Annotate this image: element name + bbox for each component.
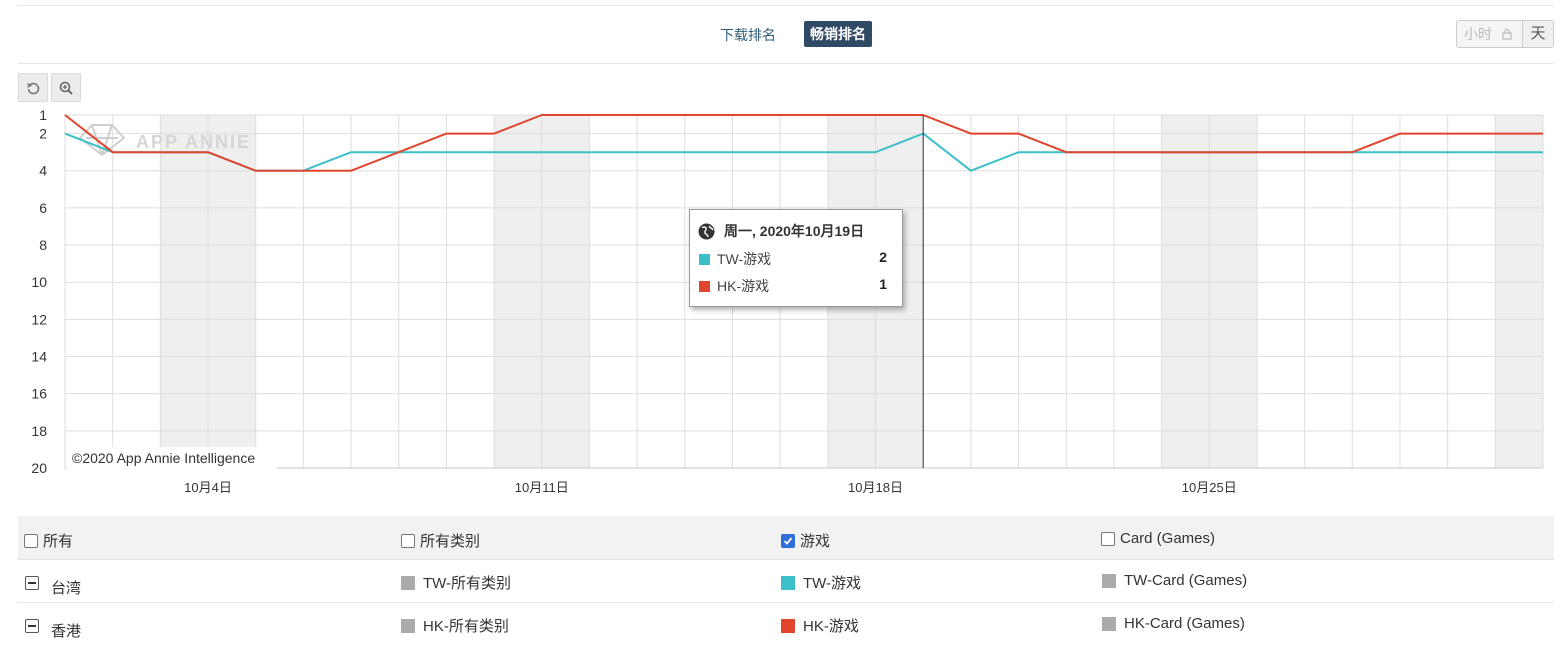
copyright-text: ©2020 App Annie Intelligence	[72, 450, 255, 466]
series-label: TW-游戏	[803, 575, 862, 592]
y-tick-label: 20	[31, 460, 47, 476]
legend-all-label: 所有	[43, 533, 74, 550]
y-tick-label: 18	[31, 423, 47, 439]
tooltip-label: HK-游戏	[717, 278, 770, 294]
series-swatch	[1102, 573, 1116, 588]
series-swatch	[781, 618, 795, 633]
y-tick-label: 16	[31, 386, 47, 402]
globe-icon	[698, 223, 715, 239]
weekend-band	[1495, 115, 1543, 468]
weekend-band	[160, 115, 256, 468]
legend-series-item[interactable]: HK-所有类别	[401, 615, 509, 636]
undo-icon	[27, 82, 40, 94]
tooltip-swatch	[699, 281, 710, 292]
legend-all-categories-label: 所有类别	[420, 533, 481, 550]
tooltip-value: 2	[879, 249, 887, 265]
legend-games-label: 游戏	[800, 533, 831, 550]
series-label: HK-游戏	[803, 618, 859, 635]
y-tick-label: 1	[39, 107, 47, 123]
checkbox[interactable]	[401, 533, 415, 548]
checkbox[interactable]	[1101, 531, 1115, 546]
legend-series-item[interactable]: TW-所有类别	[401, 572, 511, 593]
svg-text:APP ANNIE: APP ANNIE	[136, 132, 251, 152]
legend-row-hongkong: 香港 HK-所有类别 HK-游戏 HK-Card (Games)	[18, 603, 1554, 645]
region-cell: 香港	[25, 615, 81, 640]
granularity-day-button[interactable]: 天	[1523, 21, 1553, 47]
tab-grossing-rank[interactable]: 畅销排名	[804, 21, 872, 47]
granularity-hour-button[interactable]: 小时	[1457, 21, 1523, 47]
y-tick-label: 12	[31, 311, 47, 327]
y-tick-label: 14	[31, 349, 47, 365]
tooltip-header: 周一, 2020年10月19日	[698, 221, 864, 241]
tooltip-label: TW-游戏	[717, 251, 772, 267]
legend-header: 所有 所有类别 游戏 Card (Games)	[18, 516, 1554, 560]
region-label: 台湾	[51, 580, 82, 597]
legend-all-checkbox[interactable]: 所有	[24, 530, 73, 551]
lock-icon	[1502, 28, 1512, 40]
reset-zoom-button[interactable]	[18, 73, 48, 102]
checkbox[interactable]	[24, 533, 38, 548]
legend-all-categories-checkbox[interactable]: 所有类别	[401, 530, 480, 551]
tooltip-row-hk: HK-游戏 1	[699, 276, 895, 296]
series-swatch	[1102, 616, 1116, 631]
legend-card-games-checkbox[interactable]: Card (Games)	[1101, 530, 1215, 547]
series-swatch	[401, 575, 415, 590]
tooltip-date: 周一, 2020年10月19日	[724, 223, 865, 239]
header-divider	[18, 63, 1554, 64]
x-tick-label: 10月18日	[848, 480, 903, 495]
zoom-button[interactable]	[51, 73, 81, 102]
legend-series-item[interactable]: HK-Card (Games)	[1102, 615, 1245, 632]
granularity-hour-label: 小时	[1464, 26, 1492, 42]
y-tick-label: 10	[31, 274, 47, 290]
series-line-hk-games	[64, 114, 1543, 172]
legend-row-taiwan: 台湾 TW-所有类别 TW-游戏 TW-Card (Games)	[18, 560, 1554, 603]
x-tick-label: 10月4日	[184, 480, 232, 495]
ranking-tabs: 下载排名 畅销排名	[18, 18, 1554, 52]
collapse-icon[interactable]	[25, 618, 39, 633]
series-swatch	[781, 575, 795, 590]
legend-card-games-label: Card (Games)	[1120, 530, 1216, 547]
series-label: HK-所有类别	[423, 618, 509, 635]
collapse-icon[interactable]	[25, 575, 39, 590]
y-tick-label: 8	[39, 237, 47, 253]
checkbox-checked[interactable]	[781, 533, 795, 548]
region-label: 香港	[51, 623, 82, 640]
legend-series-item[interactable]: TW-Card (Games)	[1102, 572, 1247, 589]
y-tick-label: 4	[39, 163, 47, 179]
series-line-tw-games	[64, 132, 1543, 172]
copyright-bg	[67, 447, 277, 469]
series-swatch	[401, 618, 415, 633]
region-cell: 台湾	[25, 572, 81, 597]
y-tick-label: 2	[39, 126, 47, 142]
legend-series-item[interactable]: HK-游戏	[781, 615, 859, 636]
weekend-band	[494, 115, 590, 468]
legend-series-item[interactable]: TW-游戏	[781, 572, 861, 593]
watermark: APP ANNIE	[78, 124, 251, 157]
y-tick-label: 6	[39, 200, 47, 216]
weekend-band	[1161, 115, 1257, 468]
tooltip-value: 1	[879, 276, 887, 292]
tooltip-row-tw: TW-游戏 2	[699, 249, 895, 269]
tooltip-swatch	[699, 254, 710, 265]
granularity-toggle: 小时 天	[1456, 20, 1554, 48]
series-legend: 所有 所有类别 游戏 Card (Games) 台湾 TW-所有类别 TW-游戏…	[18, 516, 1554, 645]
series-label: TW-所有类别	[423, 575, 512, 592]
top-divider	[18, 5, 1554, 6]
x-tick-label: 10月25日	[1182, 480, 1237, 495]
series-label: TW-Card (Games)	[1124, 572, 1248, 589]
x-tick-label: 10月11日	[515, 480, 569, 495]
legend-games-checkbox[interactable]: 游戏	[781, 530, 830, 551]
tab-download-rank[interactable]: 下载排名	[720, 25, 776, 45]
series-label: HK-Card (Games)	[1124, 615, 1245, 632]
zoom-in-icon	[59, 81, 73, 95]
checkmark-icon	[783, 536, 793, 545]
chart-tooltip: 周一, 2020年10月19日 TW-游戏 2 HK-游戏 1	[689, 209, 903, 307]
